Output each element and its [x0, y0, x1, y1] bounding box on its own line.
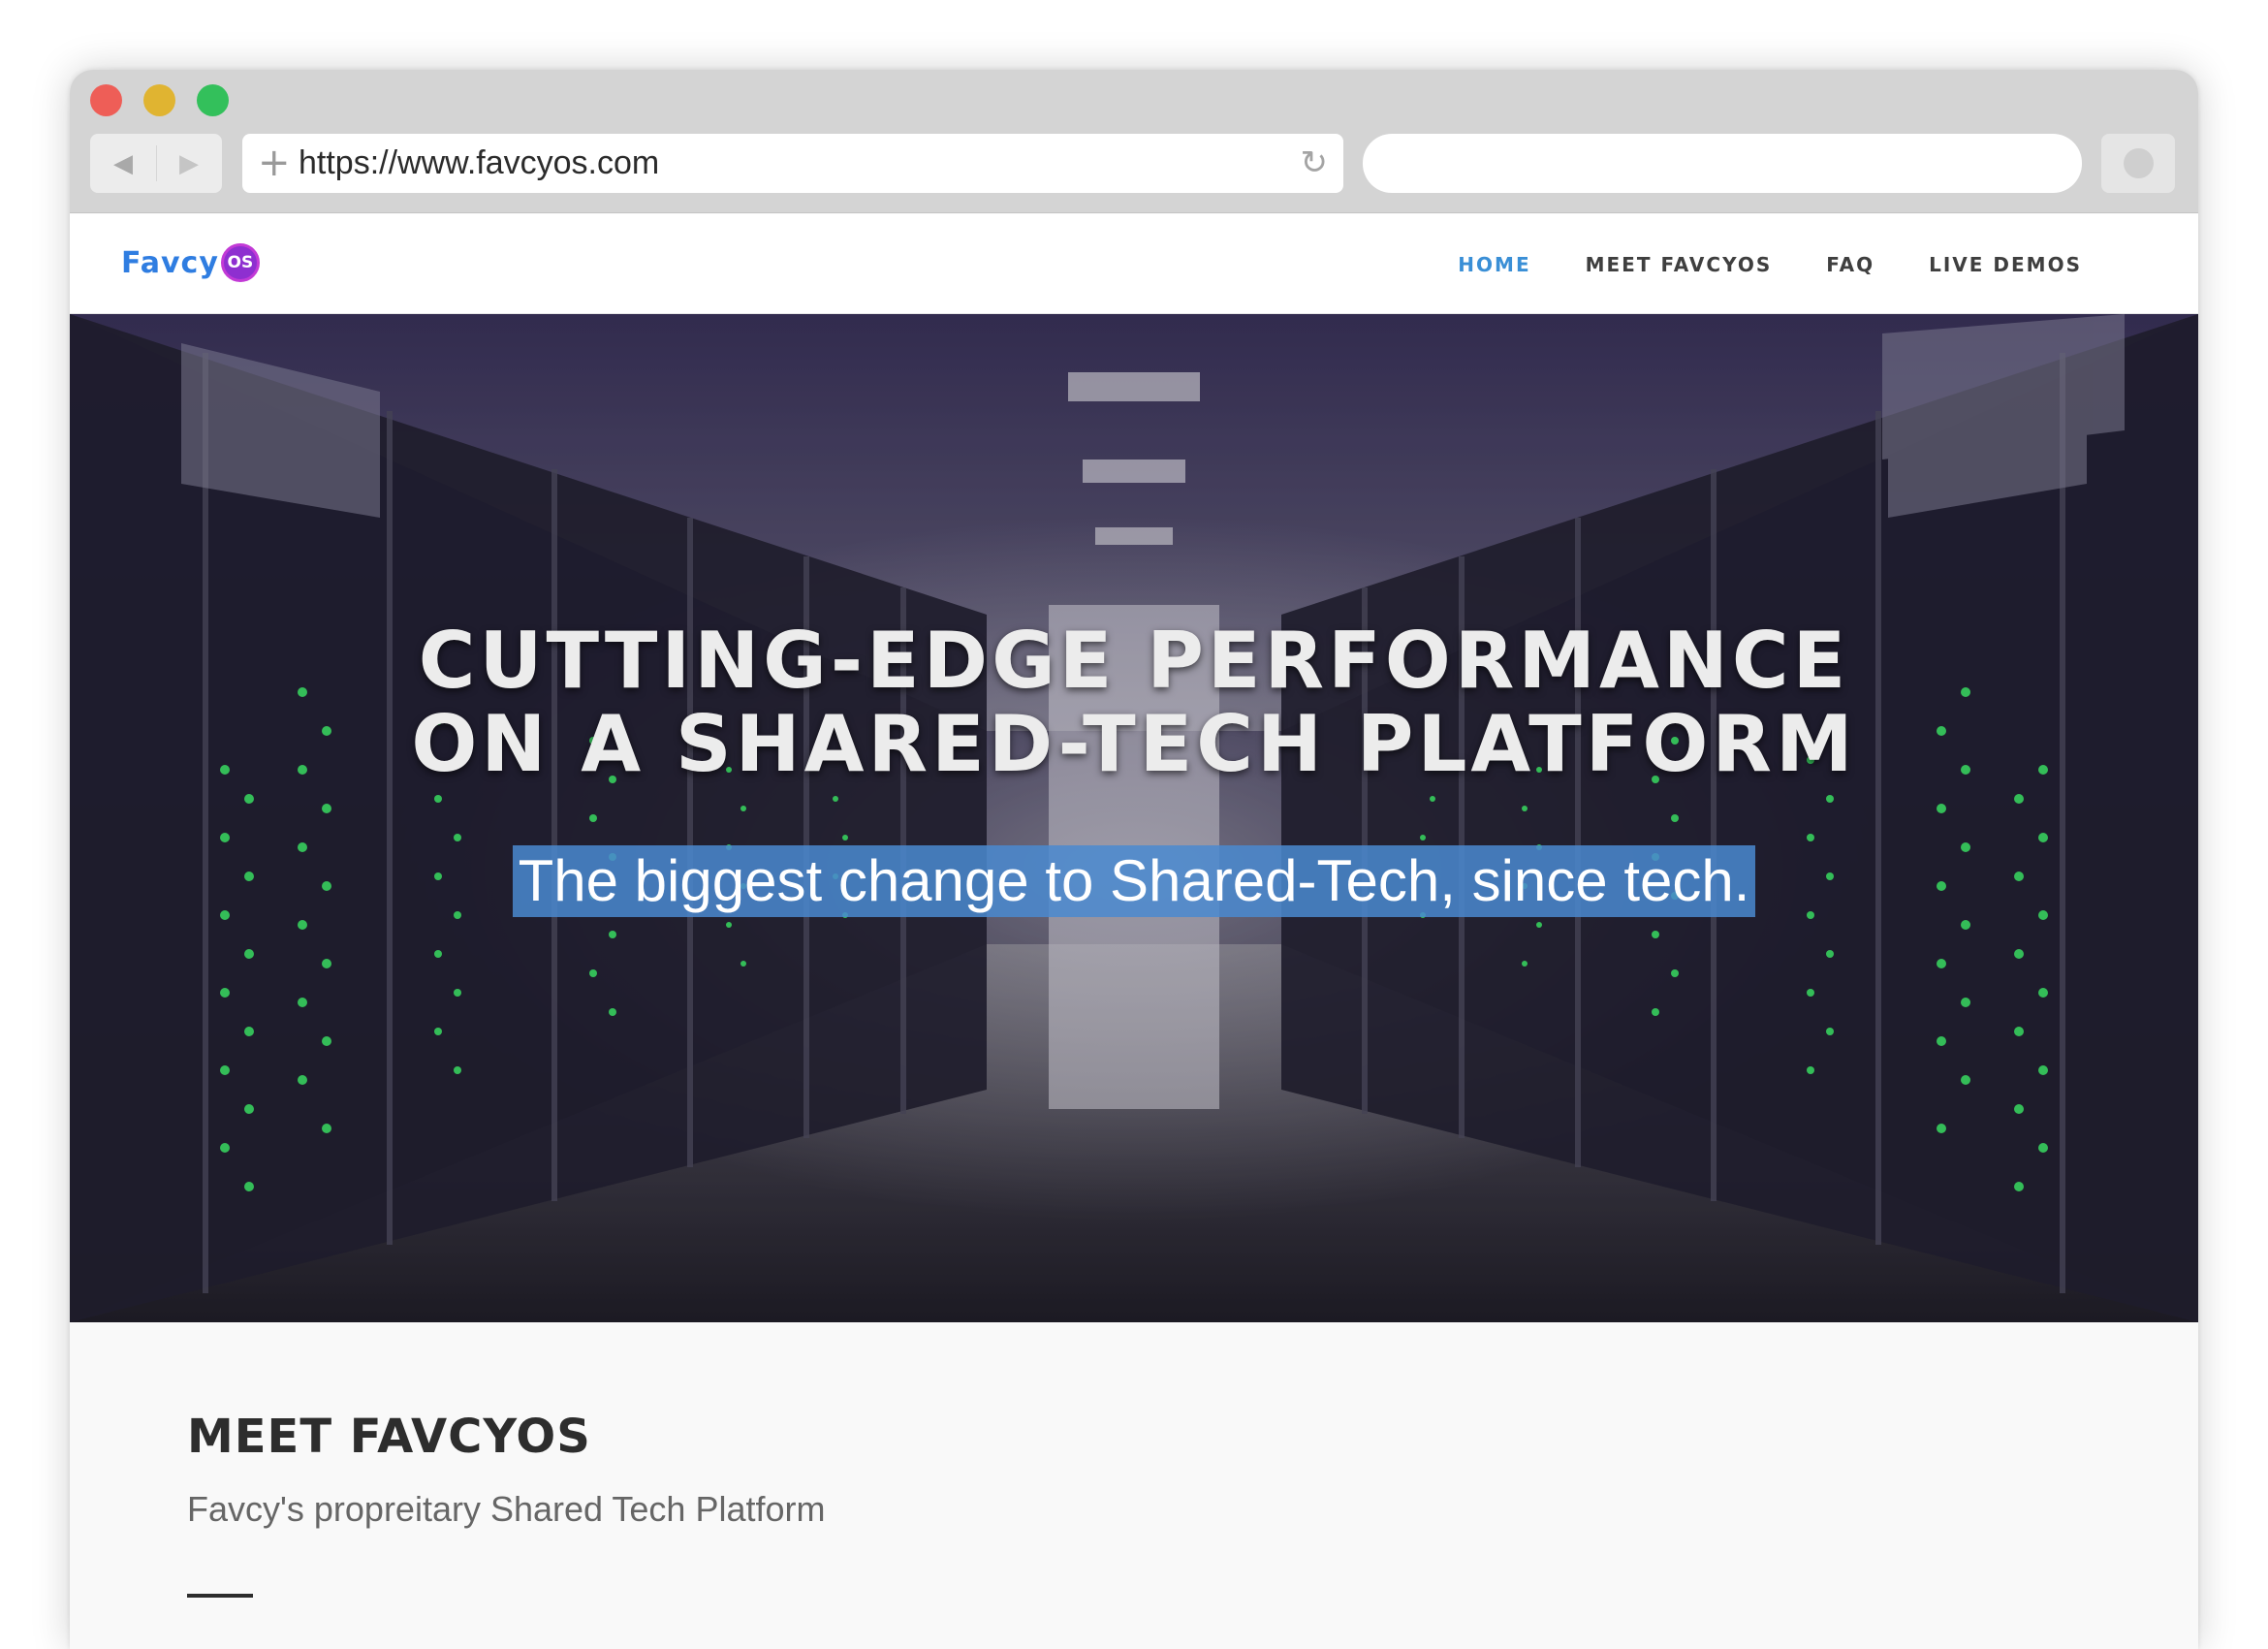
- history-buttons: ◀ ▶: [90, 134, 222, 193]
- back-arrow-icon: ◀: [113, 148, 133, 177]
- reload-icon[interactable]: ↻: [1301, 143, 1329, 182]
- site-header: Favcy OS HOME MEET FAVCYOS FAQ LIVE DEMO…: [70, 214, 2198, 314]
- meet-favcyos-section: MEET FAVCYOS Favcy's propreitary Shared …: [70, 1322, 2198, 1649]
- section-heading: MEET FAVCYOS: [187, 1410, 591, 1464]
- browser-window: ◀ ▶ + https://www.favcyos.com ↻ Favcy OS…: [70, 70, 2198, 1649]
- address-bar[interactable]: + https://www.favcyos.com ↻: [242, 134, 1343, 193]
- search-input[interactable]: [1363, 134, 2082, 193]
- address-bar-url[interactable]: https://www.favcyos.com: [299, 134, 659, 193]
- hero-title: CUTTING-EDGE PERFORMANCE ON A SHARED-TEC…: [70, 619, 2198, 786]
- section-divider: [187, 1594, 253, 1598]
- back-button[interactable]: ◀: [90, 134, 156, 193]
- site-logo[interactable]: Favcy OS: [121, 240, 260, 285]
- nav-live-demos-link[interactable]: LIVE DEMOS: [1929, 253, 2082, 276]
- maximize-window-button[interactable]: [197, 84, 229, 116]
- nav-faq-link[interactable]: FAQ: [1826, 253, 1874, 276]
- browser-menu-button[interactable]: [2101, 134, 2175, 193]
- hero-subtitle-wrap: The biggest change to Shared-Tech, since…: [70, 845, 2198, 917]
- server-room-background: [70, 314, 2198, 1322]
- browser-toolbar: ◀ ▶ + https://www.favcyos.com ↻: [70, 70, 2198, 213]
- logo-wordmark: Favcy: [121, 245, 219, 280]
- section-subheading: Favcy's propreitary Shared Tech Platform: [187, 1489, 826, 1529]
- hero-title-line-1: CUTTING-EDGE PERFORMANCE: [418, 616, 1850, 706]
- plus-icon[interactable]: +: [258, 142, 291, 184]
- close-window-button[interactable]: [90, 84, 122, 116]
- nav-meet-favcyos-link[interactable]: MEET FAVCYOS: [1586, 253, 1773, 276]
- menu-icon: [2124, 148, 2154, 178]
- forward-arrow-icon: ▶: [179, 148, 199, 177]
- logo-os-badge: OS: [220, 243, 260, 282]
- minimize-window-button[interactable]: [143, 84, 175, 116]
- hero-subtitle: The biggest change to Shared-Tech, since…: [512, 845, 1756, 917]
- main-nav: HOME MEET FAVCYOS FAQ LIVE DEMOS: [1403, 214, 2082, 314]
- hero-banner: CUTTING-EDGE PERFORMANCE ON A SHARED-TEC…: [70, 314, 2198, 1322]
- hero-title-line-2: ON A SHARED-TECH PLATFORM: [411, 699, 1857, 789]
- nav-home-link[interactable]: HOME: [1458, 253, 1530, 276]
- forward-button[interactable]: ▶: [156, 134, 222, 193]
